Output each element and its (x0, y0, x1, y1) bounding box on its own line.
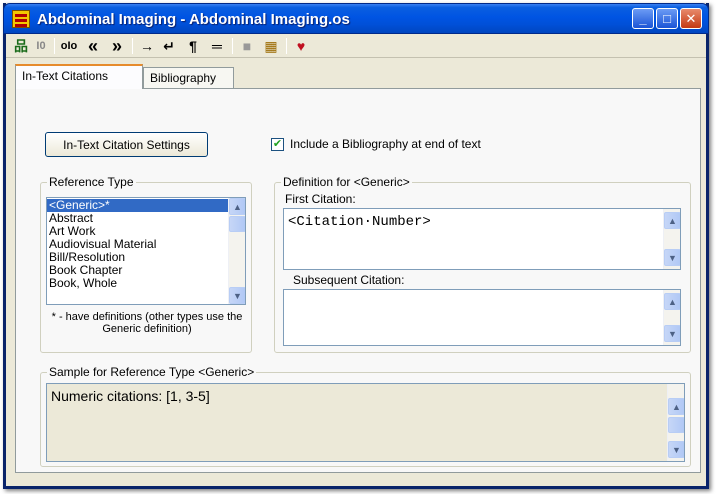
scroll-thumb[interactable] (229, 216, 245, 232)
reference-type-label: Reference Type (47, 175, 136, 189)
in-text-citation-settings-button[interactable]: In-Text Citation Settings (45, 132, 208, 157)
include-bibliography-label: Include a Bibliography at end of text (290, 137, 481, 151)
sample-text: Numeric citations: [1, 3-5] (51, 388, 210, 404)
title-bar[interactable]: Abdominal Imaging - Abdominal Imaging.os… (3, 3, 709, 34)
reference-type-scrollbar[interactable]: ▲ ▼ (228, 198, 245, 304)
scroll-down-icon[interactable]: ▼ (668, 441, 684, 458)
first-citation-scrollbar[interactable]: ▲ ▼ (663, 209, 680, 269)
app-icon (12, 10, 30, 28)
in-text-citations-panel: In-Text Citation Settings ✔ Include a Bi… (15, 88, 701, 473)
grid-icon[interactable]: ▦ (262, 37, 280, 55)
move-right-icon[interactable]: » (108, 36, 126, 56)
network-icon[interactable]: 品 (12, 37, 30, 55)
tab-bibliography[interactable]: Bibliography (143, 67, 234, 89)
sample-scrollbar[interactable]: ▲ ▼ (667, 384, 684, 461)
scroll-down-icon[interactable]: ▼ (229, 287, 245, 304)
align-icon[interactable]: oIo (60, 37, 78, 55)
sample-group: Sample for Reference Type <Generic> Nume… (40, 365, 691, 467)
tab-in-text-citations[interactable]: In-Text Citations (15, 64, 143, 89)
equals-icon[interactable]: ═ (208, 37, 226, 55)
reference-type-list[interactable]: <Generic>* Abstract Art Work Audiovisual… (46, 197, 246, 305)
move-left-icon[interactable]: « (84, 36, 102, 56)
numbered-icon[interactable]: I0 (32, 37, 50, 55)
reference-type-group: Reference Type <Generic>* Abstract Art W… (40, 175, 252, 353)
list-item[interactable]: Book, Whole (47, 277, 228, 290)
paragraph-icon[interactable]: ¶ (184, 37, 202, 55)
definition-label: Definition for <Generic> (281, 175, 412, 189)
subsequent-citation-label: Subsequent Citation: (293, 273, 405, 287)
main-window: Abdominal Imaging - Abdominal Imaging.os… (3, 3, 709, 489)
maximize-button[interactable]: □ (656, 8, 678, 29)
first-citation-label: First Citation: (285, 192, 356, 206)
sample-text-area[interactable]: Numeric citations: [1, 3-5] ▲ ▼ (46, 383, 685, 462)
block-icon[interactable]: ■ (238, 37, 256, 55)
scroll-up-icon[interactable]: ▲ (664, 293, 680, 310)
window-title: Abdominal Imaging - Abdominal Imaging.os (37, 11, 350, 28)
scroll-up-icon[interactable]: ▲ (229, 198, 245, 215)
scroll-down-icon[interactable]: ▼ (664, 249, 680, 266)
scroll-up-icon[interactable]: ▲ (664, 212, 680, 229)
tab-arrow-icon[interactable]: → (138, 37, 156, 55)
subsequent-citation-field[interactable]: ▲ ▼ (283, 289, 681, 346)
close-button[interactable]: ✕ (680, 8, 702, 29)
first-citation-text: <Citation·Number> (288, 214, 431, 230)
toolbar: 品 I0 oIo « » → ↵ ¶ ═ ■ ▦ ♥ (6, 34, 706, 58)
definition-group: Definition for <Generic> First Citation:… (274, 175, 691, 353)
scroll-down-icon[interactable]: ▼ (664, 325, 680, 342)
scroll-thumb[interactable] (668, 417, 684, 433)
first-citation-field[interactable]: <Citation·Number> ▲ ▼ (283, 208, 681, 270)
include-bibliography-checkbox[interactable]: ✔ (271, 138, 284, 151)
return-icon[interactable]: ↵ (160, 37, 178, 55)
subsequent-citation-scrollbar[interactable]: ▲ ▼ (663, 290, 680, 345)
minimize-button[interactable]: _ (632, 8, 654, 29)
definitions-note: * - have definitions (other types use th… (51, 311, 243, 335)
scroll-up-icon[interactable]: ▲ (668, 398, 684, 415)
bookmark-icon[interactable]: ♥ (292, 37, 310, 55)
sample-label: Sample for Reference Type <Generic> (47, 365, 257, 379)
